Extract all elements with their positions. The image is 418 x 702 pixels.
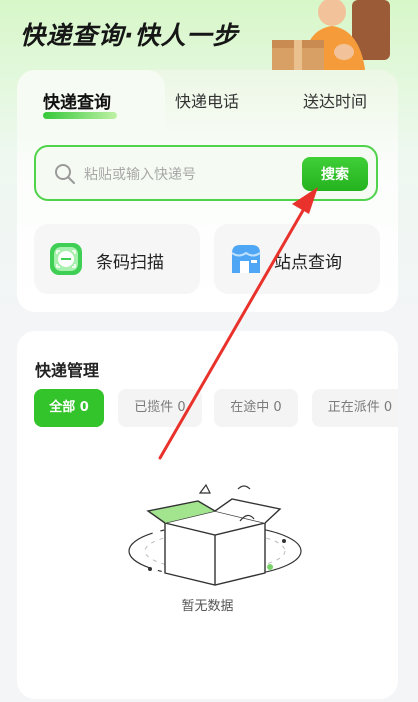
empty-state-text: 暂无数据 [181, 599, 234, 614]
filter-all[interactable]: 全部 0 [34, 389, 104, 427]
tracking-number-input[interactable] [82, 161, 286, 189]
tab-express-phone[interactable]: 快递电话 [175, 88, 239, 112]
status-filter-bar: 全部 0 已揽件 0 在途中 0 正在派件 0 [34, 389, 398, 427]
search-button[interactable]: 搜索 [302, 157, 368, 191]
station-icon [231, 245, 261, 273]
hero-banner: 快递查询·快人一步 [0, 0, 418, 80]
barcode-scan-button[interactable]: 条码扫描 [34, 224, 200, 294]
search-box: 搜索 [34, 145, 378, 201]
filter-collected[interactable]: 已揽件 0 [118, 389, 202, 427]
tab-express-query[interactable]: 快递查询 [43, 88, 111, 113]
tab-delivery-time[interactable]: 送达时间 [303, 88, 367, 112]
filter-out-for-delivery[interactable]: 正在派件 0 [312, 389, 398, 427]
station-query-label: 站点查询 [274, 253, 342, 273]
section-title: 快递管理 [35, 361, 100, 380]
express-management-card: 快递管理 全部 0 已揽件 0 在途中 0 正在派件 0 暂无数据 [17, 331, 398, 699]
active-tab-indicator [43, 112, 117, 119]
barcode-scan-icon [50, 243, 82, 275]
empty-box-illustration [128, 483, 302, 586]
filter-in-transit[interactable]: 在途中 0 [214, 389, 298, 427]
hero-slogan: 快递查询·快人一步 [20, 21, 239, 50]
delivery-mascot-illustration [272, 0, 390, 78]
barcode-scan-label: 条码扫描 [96, 253, 164, 273]
search-icon [55, 164, 75, 184]
query-card: 快递查询 快递电话 送达时间 搜索 条码扫描 站点查询 [17, 70, 398, 312]
station-query-button[interactable]: 站点查询 [214, 224, 380, 294]
